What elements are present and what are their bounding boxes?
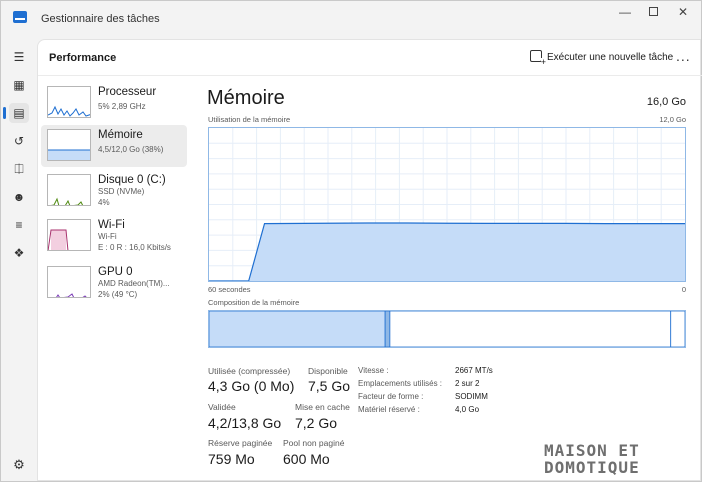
device-detail: AMD Radeon(TM)... [98, 279, 170, 288]
composition-segment-free [670, 310, 686, 348]
stat-used-label: Utilisée (compressée) [208, 366, 291, 376]
device-item-gpu[interactable]: GPU 0 AMD Radeon(TM)... 2% (49 °C) [41, 262, 187, 304]
title-bar: Gestionnaire des tâches — ✕ [1, 1, 702, 39]
processeur-mini-graph [48, 105, 90, 117]
stat-committed-value: 4,2/13,8 Go [208, 415, 282, 431]
close-button[interactable]: ✕ [665, 5, 701, 21]
device-name: Mémoire [98, 129, 143, 141]
memory-title: Mémoire [207, 87, 285, 109]
processeur-thumbnail [47, 86, 91, 118]
stat-available-label: Disponible [308, 366, 348, 376]
memoire-thumbnail [47, 129, 91, 161]
run-task-icon [530, 50, 546, 67]
startup-icon[interactable]: ⎅ [9, 159, 29, 179]
device-detail: 4,5/12,0 Go (38%) [98, 145, 164, 154]
wifi-mini-graph [48, 229, 69, 250]
time-right-label: 0 [681, 285, 686, 294]
composition-label: Composition de la mémoire [208, 298, 300, 307]
memoire-mini-graph [48, 149, 90, 160]
spec-form-value: SODIMM [455, 392, 488, 401]
navigation-rail: ☰ ▦ ▤ ↺ ⎅ ☻ ≡ ❖ [1, 39, 37, 482]
task-manager-window: Gestionnaire des tâches — ✕ ☰ ▦ ▤ ↺ ⎅ ☻ … [0, 0, 702, 482]
time-left-label: 60 secondes [208, 285, 251, 294]
disque-mini-graph [50, 197, 84, 205]
watermark-line-2: DOMOTIQUE [544, 458, 640, 477]
stat-available-value: 7,5 Go [308, 378, 351, 394]
device-name: Disque 0 (C:) [98, 174, 166, 186]
device-item-disque[interactable]: Disque 0 (C:) SSD (NVMe) 4% [41, 170, 187, 212]
device-detail: Wi-Fi [98, 232, 117, 241]
run-new-task-button[interactable]: Exécuter une nouvelle tâche [530, 50, 673, 68]
wifi-thumbnail [47, 219, 91, 251]
device-item-processeur[interactable]: Processeur 5% 2,89 GHz [41, 82, 187, 124]
performance-icon[interactable]: ▤ [3, 103, 29, 123]
run-task-label: Exécuter une nouvelle tâche [547, 52, 674, 63]
stat-paged-label: Réserve paginée [208, 438, 273, 448]
disque-thumbnail [47, 174, 91, 206]
watermark-logo: MAISON ET DOMOTIQUE [544, 442, 694, 478]
stat-nonpaged-label: Pool non paginé [283, 438, 345, 448]
task-manager-app-icon [13, 11, 27, 23]
device-detail: E : 0 R : 16,0 Kbits/s [98, 243, 171, 252]
memory-usage-area [209, 222, 685, 281]
composition-segment-modified [384, 310, 391, 348]
device-name: Processeur [98, 86, 157, 98]
memory-usage-chart [208, 127, 686, 282]
device-item-memoire[interactable]: Mémoire 4,5/12,0 Go (38%) [41, 125, 187, 167]
spec-form-label: Facteur de forme : [358, 392, 424, 401]
usage-max-label: 12,0 Go [659, 115, 686, 124]
more-options-button[interactable]: ... [676, 48, 691, 64]
memory-total: 16,0 Go [646, 96, 686, 108]
spec-reserved-label: Matériel réservé : [358, 405, 420, 414]
memory-usage-svg [209, 128, 685, 282]
device-detail: 4% [98, 198, 110, 207]
device-detail: 2% (49 °C) [98, 290, 138, 299]
stat-nonpaged-value: 600 Mo [283, 451, 330, 467]
spec-slots-value: 2 sur 2 [455, 379, 480, 388]
gpu-thumbnail [47, 266, 91, 298]
performance-panel: Performance Exécuter une nouvelle tâche … [37, 39, 702, 481]
gear-icon[interactable]: ⚙ [11, 457, 27, 473]
composition-svg [208, 310, 686, 348]
spec-slots-label: Emplacements utilisés : [358, 379, 443, 388]
users-icon[interactable]: ☻ [9, 187, 29, 207]
composition-segment-in-use [208, 310, 386, 348]
device-item-wifi[interactable]: Wi-Fi Wi-Fi E : 0 R : 16,0 Kbits/s [41, 215, 187, 257]
watermark-line-1: MAISON ET [544, 441, 640, 460]
composition-segment-standby [389, 310, 672, 348]
details-icon[interactable]: ≡ [9, 215, 29, 235]
menu-icon[interactable]: ☰ [9, 47, 29, 67]
stat-committed-label: Validée [208, 402, 236, 412]
panel-header: Performance Exécuter une nouvelle tâche … [38, 40, 702, 76]
device-name: GPU 0 [98, 266, 133, 278]
stat-cached-value: 7,2 Go [295, 415, 338, 431]
device-detail: SSD (NVMe) [98, 187, 145, 196]
history-icon[interactable]: ↺ [9, 131, 29, 151]
services-icon[interactable]: ❖ [9, 243, 29, 263]
processes-icon[interactable]: ▦ [9, 75, 29, 95]
spec-speed-label: Vitesse : [358, 366, 389, 375]
window-title: Gestionnaire des tâches [41, 13, 160, 25]
memory-composition-bar [208, 310, 686, 348]
usage-label: Utilisation de la mémoire [208, 115, 291, 124]
gpu-mini-graph [56, 293, 87, 297]
spec-reserved-value: 4,0 Go [455, 405, 480, 414]
stat-cached-label: Mise en cache [295, 402, 350, 412]
stat-paged-value: 759 Mo [208, 451, 255, 467]
device-detail: 5% 2,89 GHz [98, 102, 146, 111]
maximize-icon [648, 7, 658, 16]
stat-used-value: 4,3 Go (0 Mo) [208, 378, 295, 394]
device-name: Wi-Fi [98, 219, 125, 231]
page-title: Performance [49, 52, 117, 64]
spec-speed-value: 2667 MT/s [455, 366, 493, 375]
